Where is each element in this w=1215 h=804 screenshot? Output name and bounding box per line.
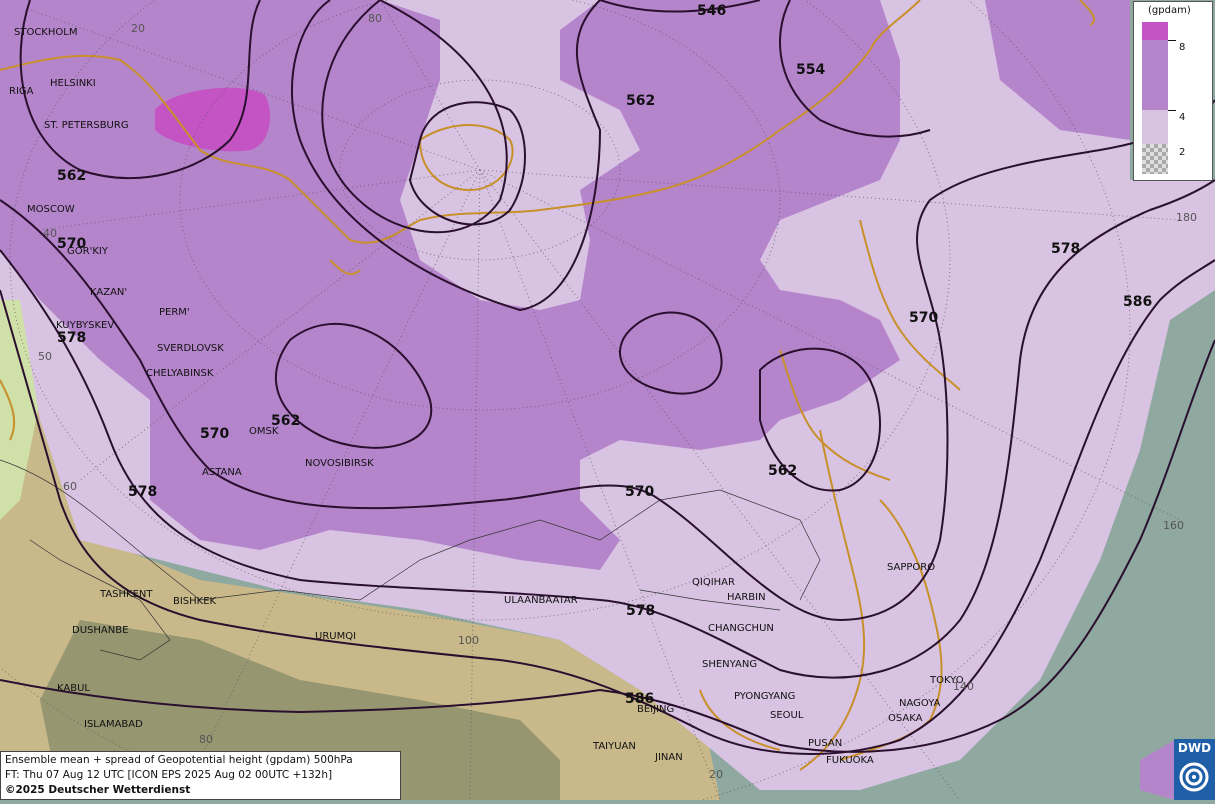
contour-value-label: 586 xyxy=(625,691,655,707)
legend-level-label: 2 xyxy=(1179,147,1186,158)
legend-level-label: 4 xyxy=(1179,112,1186,123)
city-label: JINAN xyxy=(655,752,683,763)
city-label: SEOUL xyxy=(770,710,804,721)
legend-swatch-low xyxy=(1142,110,1168,144)
city-label: PERM' xyxy=(159,307,190,318)
city-label: QIQIHAR xyxy=(692,577,735,588)
info-copyright: ©2025 Deutscher Wetterdienst xyxy=(5,784,191,796)
legend-unit: (gpdam) xyxy=(1148,5,1191,16)
map-canvas xyxy=(0,0,1215,804)
city-label: SHENYANG xyxy=(702,659,758,670)
city-label: HELSINKI xyxy=(50,78,96,89)
city-label: URUMQI xyxy=(315,631,357,642)
spread-legend: (gpdam) 8 4 2 xyxy=(1133,1,1213,181)
city-label: FUKUOKA xyxy=(826,755,874,766)
city-label: BISHKEK xyxy=(173,596,217,607)
legend-tick xyxy=(1168,110,1176,111)
grid-label: 140 xyxy=(953,680,974,693)
legend-tick xyxy=(1168,40,1176,41)
contour-value-label: 562 xyxy=(768,463,798,479)
contour-value-label: 546 xyxy=(697,3,727,19)
city-label: SAPPORO xyxy=(887,562,936,573)
city-label: HARBIN xyxy=(727,592,766,603)
contour-value-label: 562 xyxy=(57,168,87,184)
grid-label: 80 xyxy=(199,733,213,746)
city-label: KABUL xyxy=(57,683,90,694)
grid-label: 20 xyxy=(709,768,723,781)
contour-value-label: 554 xyxy=(796,62,826,78)
info-title: Ensemble mean + spread of Geopotential h… xyxy=(5,754,353,766)
dwd-swirl-icon xyxy=(1179,762,1209,792)
city-label: DUSHANBE xyxy=(72,625,129,636)
city-label: OSAKA xyxy=(888,713,923,724)
grid-label: 80 xyxy=(368,12,382,25)
contour-value-label: 578 xyxy=(626,603,656,619)
city-label: MOSCOW xyxy=(27,204,75,215)
city-label: TASHKENT xyxy=(100,589,153,600)
legend-level-label: 8 xyxy=(1179,42,1186,53)
contour-value-label: 586 xyxy=(1123,294,1153,310)
city-label: ASTANA xyxy=(202,467,242,478)
city-label: PUSAN xyxy=(808,738,843,749)
legend-swatch-min xyxy=(1142,144,1168,174)
city-label: ULAANBAATAR xyxy=(504,595,578,606)
contour-value-label: 570 xyxy=(57,236,87,252)
city-label: CHELYABINSK xyxy=(146,368,214,379)
grid-label: 180 xyxy=(1176,211,1197,224)
city-label: KAZAN' xyxy=(90,287,128,298)
city-label: TAIYUAN xyxy=(593,741,636,752)
info-forecast-time: FT: Thu 07 Aug 12 UTC [ICON EPS 2025 Aug… xyxy=(5,769,333,781)
city-label: ST. PETERSBURG xyxy=(44,120,129,131)
grid-label: 50 xyxy=(38,350,52,363)
contour-value-label: 578 xyxy=(57,330,87,346)
contour-value-label: 570 xyxy=(625,484,655,500)
city-label: PYONGYANG xyxy=(734,691,796,702)
contour-value-label: 578 xyxy=(128,484,158,500)
grid-label: 100 xyxy=(458,634,479,647)
contour-value-label: 562 xyxy=(626,93,656,109)
weather-map: STOCKHOLM HELSINKI RIGA ST. PETERSBURG M… xyxy=(0,0,1215,804)
grid-label: 160 xyxy=(1163,519,1184,532)
legend-swatch-high xyxy=(1142,22,1168,40)
city-label: CHANGCHUN xyxy=(708,623,774,634)
contour-value-label: 570 xyxy=(200,426,230,442)
city-label: STOCKHOLM xyxy=(14,27,78,38)
dwd-logo: DWD xyxy=(1174,739,1215,800)
contour-value-label: 562 xyxy=(271,413,301,429)
contour-value-label: 570 xyxy=(909,310,939,326)
city-label: NAGOYA xyxy=(899,698,941,709)
grid-label: 40 xyxy=(43,227,57,240)
legend-swatch-mid xyxy=(1142,40,1168,110)
city-label: RIGA xyxy=(9,86,34,97)
grid-label: 20 xyxy=(131,22,145,35)
city-label: ISLAMABAD xyxy=(84,719,143,730)
city-label: NOVOSIBIRSK xyxy=(305,458,374,469)
grid-label: 60 xyxy=(63,480,77,493)
map-info-box: Ensemble mean + spread of Geopotential h… xyxy=(0,751,401,800)
city-label: SVERDLOVSK xyxy=(157,343,224,354)
contour-value-label: 578 xyxy=(1051,241,1081,257)
